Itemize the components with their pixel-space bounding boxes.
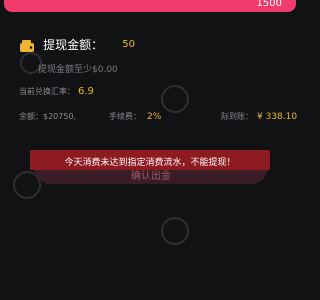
balance-text: 余额：$20750,: [19, 112, 77, 121]
error-toast: 今天消费未达到指定消费流水，不能提现！: [30, 150, 270, 170]
error-toast-message: 今天消费未达到指定消费流水，不能提现！: [64, 158, 236, 168]
watermark-logo-bottom: [160, 216, 200, 250]
arrive-label: 际到账：: [221, 112, 253, 121]
header-value: 1500: [256, 0, 282, 9]
arrive-group: 际到账： ¥ 338.10: [221, 111, 297, 122]
exchange-rate-label: 当前兑换汇率：: [19, 87, 75, 96]
withdraw-amount-value[interactable]: 50: [122, 39, 135, 50]
withdraw-amount-row: 提现金额： 50: [19, 34, 135, 53]
exchange-rate-value: 6.9: [78, 86, 94, 97]
arrive-value: ¥ 338.10: [257, 112, 298, 122]
summary-row: 余额：$20750, 手续费： 2% 际到账： ¥ 338.10: [19, 111, 297, 122]
fee-group: 手续费： 2%: [109, 111, 161, 122]
wallet-icon: [19, 38, 35, 52]
withdraw-amount-label: 提现金额：: [43, 38, 104, 52]
withdraw-amount-placeholder[interactable]: 提现金额至少$0.00: [38, 62, 118, 75]
top-bar: 1500: [4, 0, 296, 12]
fee-label: 手续费：: [109, 112, 141, 121]
fee-value: 2%: [147, 112, 162, 122]
exchange-rate-row: 当前兑换汇率： 6.9: [19, 86, 94, 97]
